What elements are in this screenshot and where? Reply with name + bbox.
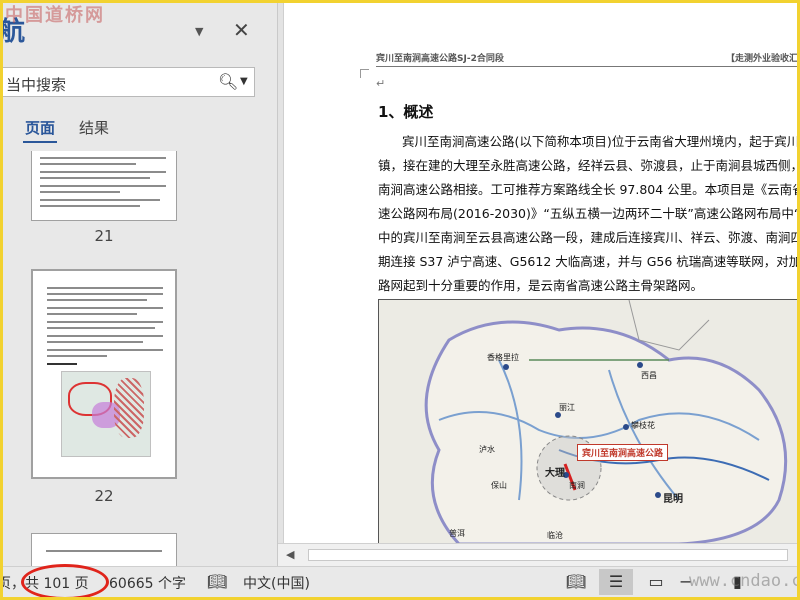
- route-name-badge: 宾川至南涧高速公路: [577, 444, 669, 461]
- search-input[interactable]: 当中搜索: [6, 74, 66, 95]
- page-thumbnail-22[interactable]: [31, 269, 177, 479]
- route-map-figure[interactable]: 香格里拉 西昌 丽江 攀枝花 泸水 大理 南涧 保山 昆明 临沧 普洱 宾川至南…: [378, 299, 797, 543]
- search-icon[interactable]: 🔍︎: [218, 72, 238, 91]
- map-city-marker: [655, 492, 661, 498]
- body-text-line[interactable]: 中的宾川至南涧至云县高速公路一段，建成后连接宾川、祥云、弥渡、南涧四个县: [378, 227, 797, 246]
- body-text-line[interactable]: 速公路网布局(2016-2030)》“五纵五横一边两环二十联”高速公路网布局中“…: [378, 203, 797, 222]
- map-label: 普洱: [449, 529, 465, 538]
- margin-corner-mark: [360, 69, 369, 78]
- status-bar: 页，共 101 页 60665 个字 📖︎ 中文(中国) 📖︎ ☰ ▭ − ▮: [3, 566, 797, 597]
- map-graphic: [424, 300, 788, 543]
- page-thumbnail-21[interactable]: [31, 151, 177, 221]
- chevron-down-icon[interactable]: ▼: [240, 76, 248, 87]
- scroll-left-icon[interactable]: ◀: [286, 548, 294, 561]
- map-label: 攀枝花: [631, 421, 655, 430]
- body-text-line[interactable]: 南涧高速公路相接。工可推荐方案路线全长 97.804 公里。本项目是《云南省中长: [378, 179, 797, 198]
- tab-pages[interactable]: 页面: [25, 117, 55, 138]
- map-label: 临沧: [547, 531, 563, 540]
- thumbnail-page-number: 21: [94, 227, 114, 245]
- tab-results[interactable]: 结果: [79, 117, 109, 138]
- page-header-right: 【走测外业验收汇报: [726, 54, 797, 64]
- body-text-line[interactable]: 路网起到十分重要的作用，是云南省高速公路主骨架路网。: [378, 275, 703, 294]
- map-label: 南涧: [569, 481, 585, 490]
- map-label: 大理: [545, 468, 565, 479]
- thumbnail-map-figure: [61, 371, 151, 457]
- language-status[interactable]: 中文(中国): [243, 573, 310, 593]
- map-city-marker: [623, 424, 629, 430]
- navigation-pane: 航 ▼ ✕ 当中搜索 🔍︎ ▼ 页面 结果 21 22: [3, 3, 278, 573]
- proofing-icon[interactable]: 📖︎: [207, 572, 227, 591]
- print-layout-icon[interactable]: ☰: [599, 569, 633, 595]
- read-mode-icon[interactable]: 📖︎: [559, 569, 593, 595]
- word-window: 航 ▼ ✕ 当中搜索 🔍︎ ▼ 页面 结果 21 22 宾川至南涧高速公路SJ-…: [3, 3, 797, 597]
- map-label: 香格里拉: [487, 353, 519, 362]
- document-page[interactable]: 宾川至南涧高速公路SJ-2合同段 【走测外业验收汇报 ↵ 1、概述 宾川至南涧高…: [283, 3, 797, 543]
- body-text-line[interactable]: 宾川至南涧高速公路(以下简称本项目)位于云南省大理州境内，起于宾川县金: [402, 131, 797, 150]
- map-label: 西昌: [641, 371, 657, 380]
- thumbnail-page-number: 22: [94, 487, 114, 505]
- close-icon[interactable]: ✕: [233, 18, 250, 42]
- map-label: 昆明: [663, 494, 683, 505]
- triangle-down-icon[interactable]: ▼: [195, 25, 203, 38]
- watermark-bottom: www.cndao.com: [689, 571, 797, 591]
- paragraph-mark-icon: ↵: [376, 77, 386, 90]
- search-box[interactable]: 当中搜索 🔍︎ ▼: [3, 67, 255, 97]
- horizontal-scrollbar[interactable]: ◀: [278, 543, 797, 567]
- map-label: 泸水: [479, 445, 495, 454]
- header-rule: [376, 66, 797, 67]
- highlight-annotation: [21, 564, 109, 597]
- watermark-top: 中国道桥网: [5, 5, 105, 26]
- section-title[interactable]: 1、概述: [378, 101, 433, 122]
- body-text-line[interactable]: 镇，接在建的大理至永胜高速公路，经祥云县、弥渡县，止于南涧县城西侧，与大: [378, 155, 797, 174]
- map-label: 保山: [491, 481, 507, 490]
- scrollbar-thumb[interactable]: [308, 549, 788, 561]
- map-city-marker: [637, 362, 643, 368]
- web-layout-icon[interactable]: ▭: [639, 569, 673, 595]
- map-city-marker: [503, 364, 509, 370]
- map-label: 丽江: [559, 403, 575, 412]
- document-canvas[interactable]: 宾川至南涧高速公路SJ-2合同段 【走测外业验收汇报 ↵ 1、概述 宾川至南涧高…: [278, 3, 797, 543]
- word-count-status[interactable]: 60665 个字: [109, 573, 186, 593]
- active-tab-indicator: [23, 141, 57, 143]
- body-text-line[interactable]: 期连接 S37 泸宁高速、G5612 大临高速，并与 G56 杭瑞高速等联网，对…: [378, 251, 797, 270]
- page-header-left: 宾川至南涧高速公路SJ-2合同段: [376, 54, 504, 64]
